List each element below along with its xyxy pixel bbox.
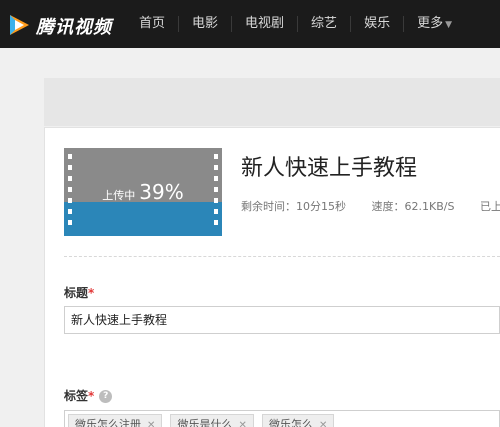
tags-label: 标签*? <box>64 387 113 404</box>
tag-chip: 微乐怎么 ✕ <box>261 414 335 427</box>
nav-item-entertainment[interactable]: 娱乐 <box>350 16 403 32</box>
upload-percent: 39% <box>139 180 184 204</box>
upload-thumbnail: 上传中 39% <box>64 148 222 236</box>
close-icon[interactable]: ✕ <box>147 420 155 427</box>
tag-label: 微乐怎么注册 <box>75 418 141 427</box>
nav-item-more-label: 更多 <box>417 16 444 31</box>
nav-item-movies[interactable]: 电影 <box>178 16 231 32</box>
page: 腾讯视频 首页 电影 电视剧 综艺 娱乐 更多 ▼ 上传中 39% 新人快速上手教程… <box>0 0 500 427</box>
required-mark: * <box>88 286 95 300</box>
close-icon[interactable]: ✕ <box>238 420 246 427</box>
main-nav: 首页 电影 电视剧 综艺 娱乐 更多 ▼ <box>126 0 465 48</box>
upload-progress-label: 上传中 39% <box>64 180 222 204</box>
title-label-text: 标题 <box>64 286 89 300</box>
upload-meta: 剩余时间：10分15秒 速度：62.1KB/S 已上 <box>241 198 500 214</box>
time-remaining: 剩余时间：10分15秒 <box>241 200 346 213</box>
top-nav-bar: 腾讯视频 首页 电影 电视剧 综艺 娱乐 更多 ▼ <box>0 0 500 48</box>
tags-label-text: 标签 <box>64 389 89 403</box>
tags-input[interactable]: 微乐怎么注册 ✕ 微乐是什么 ✕ 微乐怎么 ✕ <box>64 410 500 427</box>
required-mark: * <box>88 389 95 403</box>
nav-item-tv[interactable]: 电视剧 <box>231 16 297 32</box>
tag-label: 微乐是什么 <box>177 418 233 427</box>
nav-item-more[interactable]: 更多 ▼ <box>403 16 465 32</box>
play-logo-icon <box>10 15 29 35</box>
uploaded-size: 已上 <box>479 200 500 213</box>
upload-status: 上传中 <box>102 189 136 202</box>
logo-text: 腾讯视频 <box>36 17 112 38</box>
logo[interactable]: 腾讯视频 <box>6 12 126 38</box>
upload-speed: 速度：62.1KB/S <box>371 200 455 213</box>
nav-item-home[interactable]: 首页 <box>126 16 178 32</box>
toolbar-strip <box>44 78 500 126</box>
tag-chip: 微乐怎么注册 ✕ <box>68 414 163 427</box>
section-divider <box>64 256 500 257</box>
tag-label: 微乐怎么 <box>268 418 313 427</box>
video-title: 新人快速上手教程 <box>241 156 418 181</box>
title-input[interactable]: 新人快速上手教程 <box>64 306 500 334</box>
help-icon[interactable]: ? <box>99 390 113 403</box>
nav-item-variety[interactable]: 综艺 <box>297 16 350 32</box>
chevron-down-icon: ▼ <box>445 20 453 30</box>
title-label: 标题* <box>64 284 94 301</box>
close-icon[interactable]: ✕ <box>319 420 327 427</box>
tag-chip: 微乐是什么 ✕ <box>170 414 254 427</box>
